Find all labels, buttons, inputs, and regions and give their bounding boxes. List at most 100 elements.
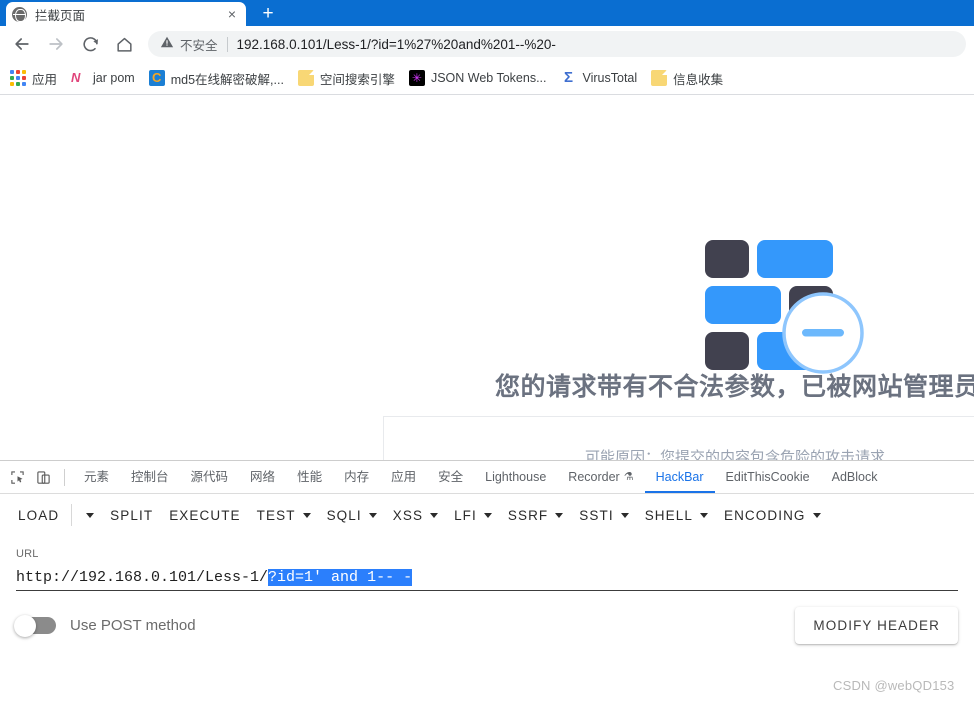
bookmark-label: md5在线解密破解,... [170, 72, 284, 87]
browser-tab[interactable]: 拦截页面 × [6, 2, 246, 26]
hackbar-toolbar: LOAD SPLIT EXECUTE TEST SQLI XSS LFI SSR… [0, 494, 974, 536]
use-post-method-label: Use POST method [70, 617, 196, 634]
url-input-prefix: http://192.168.0.101/Less-1/ [16, 569, 269, 586]
chevron-down-icon [699, 512, 708, 518]
url-field-group: URL http://192.168.0.101/Less-1/?id=1' a… [0, 536, 974, 591]
chevron-down-icon [483, 512, 492, 518]
bookmarks-bar: 应用 N jar pom C md5在线解密破解,... 空间搜索引擎 ✳ JS… [0, 62, 974, 95]
lfi-button[interactable]: LFI [454, 508, 508, 523]
not-secure-warning-icon [160, 35, 174, 54]
flask-icon: ⚗ [623, 471, 634, 483]
ssti-label: SSTI [579, 507, 614, 523]
load-button[interactable]: LOAD [18, 508, 71, 523]
lfi-label: LFI [454, 507, 477, 523]
tab-recorder-label: Recorder [568, 470, 620, 484]
navigation-toolbar: 不安全 192.168.0.101/Less-1/?id=1%27%20and%… [0, 26, 974, 62]
use-post-method-toggle[interactable]: Use POST method [14, 614, 196, 637]
bookmark-jwt[interactable]: ✳ JSON Web Tokens... [408, 70, 547, 86]
back-icon[interactable] [8, 30, 36, 58]
bookmark-apps[interactable]: 应用 [10, 69, 57, 88]
bookmark-label: 信息收集 [673, 72, 724, 87]
tab-memory[interactable]: 内存 [333, 461, 380, 493]
chevron-down-icon [555, 512, 564, 518]
hackbar-panel: LOAD SPLIT EXECUTE TEST SQLI XSS LFI SSR… [0, 494, 974, 644]
omnibox-divider [226, 36, 228, 52]
close-icon[interactable]: × [224, 6, 240, 22]
chevron-down-icon [86, 512, 95, 518]
tab-editthiscookie[interactable]: EditThisCookie [715, 461, 821, 493]
bookmark-md5[interactable]: C md5在线解密破解,... [148, 69, 284, 88]
tab-console[interactable]: 控制台 [120, 461, 180, 493]
tab-sources[interactable]: 源代码 [180, 461, 240, 493]
sqli-label: SQLI [326, 507, 362, 523]
bookmark-info-gathering[interactable]: 信息收集 [651, 69, 723, 88]
encoding-label: ENCODING [723, 507, 806, 523]
jwt-icon: ✳ [408, 70, 425, 86]
test-button[interactable]: TEST [257, 508, 327, 523]
folder-icon [651, 70, 668, 86]
split-button[interactable]: SPLIT [110, 508, 169, 523]
jar-pom-icon: N [71, 70, 81, 85]
toolbar-divider [71, 504, 73, 526]
virustotal-sigma-icon: Σ [563, 69, 573, 86]
shell-button[interactable]: SHELL [645, 508, 724, 523]
watermark-text: CSDN @webQD153 [833, 678, 955, 693]
browser-window: 拦截页面 × + 不安全 192.168.0.101/Less-1/?id=1%… [0, 0, 974, 706]
tab-performance[interactable]: 性能 [286, 461, 333, 493]
chevron-down-icon [620, 512, 629, 518]
bookmark-jar-pom[interactable]: N jar pom [71, 70, 135, 86]
page-title: 您的请求带有不合法参数，已被网站管理员设 [495, 373, 974, 401]
test-label: TEST [256, 507, 296, 523]
url-input-selection: ?id=1' and 1-- - [268, 569, 413, 586]
chevron-down-icon [812, 512, 821, 518]
tab-title: 拦截页面 [35, 8, 86, 23]
ssrf-label: SSRF [507, 507, 549, 523]
url-field-label: URL [16, 548, 39, 560]
url-input[interactable]: http://192.168.0.101/Less-1/?id=1' and 1… [16, 565, 958, 591]
chevron-down-icon [430, 512, 439, 518]
md5-c-icon: C [148, 70, 165, 86]
chevron-down-icon [368, 512, 377, 518]
home-icon[interactable] [110, 30, 138, 58]
reason-text: 可能原因：您提交的内容包含危险的攻击请求 [585, 449, 886, 460]
forward-icon[interactable] [42, 30, 70, 58]
encoding-button[interactable]: ENCODING [724, 508, 837, 523]
security-status-label: 不安全 [180, 38, 218, 53]
xss-button[interactable]: XSS [393, 508, 454, 523]
tab-security[interactable]: 安全 [427, 461, 474, 493]
tab-recorder[interactable]: Recorder ⚗ [557, 461, 644, 493]
bookmark-label: jar pom [93, 71, 135, 85]
tab-elements[interactable]: 元素 [73, 461, 120, 493]
tab-strip: 拦截页面 × + [0, 0, 974, 26]
apps-grid-icon [10, 70, 26, 86]
devtools-tab-bar: 元素 控制台 源代码 网络 性能 内存 应用 安全 Lighthouse Rec… [0, 461, 974, 494]
ssrf-button[interactable]: SSRF [508, 508, 579, 523]
xss-label: XSS [392, 507, 424, 523]
ssti-button[interactable]: SSTI [579, 508, 644, 523]
bookmark-label: JSON Web Tokens... [430, 71, 547, 85]
tab-adblock[interactable]: AdBlock [821, 461, 889, 493]
new-tab-button[interactable]: + [254, 1, 282, 25]
page-content: 您的请求带有不合法参数，已被网站管理员设 可能原因：您提交的内容包含危险的攻击请… [0, 95, 974, 460]
toggle-switch-icon[interactable] [14, 614, 56, 637]
bookmark-space-search[interactable]: 空间搜索引擎 [297, 69, 395, 88]
sqli-button[interactable]: SQLI [327, 508, 393, 523]
execute-button[interactable]: EXECUTE [169, 508, 256, 523]
folder-icon [297, 70, 314, 86]
chevron-down-icon [302, 512, 311, 518]
firewall-blocked-icon [705, 240, 865, 374]
bookmark-label: VirusTotal [582, 71, 638, 85]
modify-header-button[interactable]: MODIFY HEADER [795, 607, 958, 644]
bookmark-virustotal[interactable]: Σ VirusTotal [561, 69, 638, 86]
tab-application[interactable]: 应用 [380, 461, 427, 493]
load-dropdown-button[interactable] [74, 512, 110, 518]
tab-network[interactable]: 网络 [239, 461, 286, 493]
tab-hackbar[interactable]: HackBar [645, 461, 715, 493]
inspect-element-icon[interactable] [4, 464, 30, 490]
reload-icon[interactable] [76, 30, 104, 58]
device-toolbar-icon[interactable] [30, 464, 56, 490]
devtools-divider [64, 468, 65, 486]
tab-lighthouse[interactable]: Lighthouse [474, 461, 557, 493]
address-bar[interactable]: 不安全 192.168.0.101/Less-1/?id=1%27%20and%… [148, 31, 966, 57]
hackbar-options-row: Use POST method MODIFY HEADER [0, 591, 974, 644]
